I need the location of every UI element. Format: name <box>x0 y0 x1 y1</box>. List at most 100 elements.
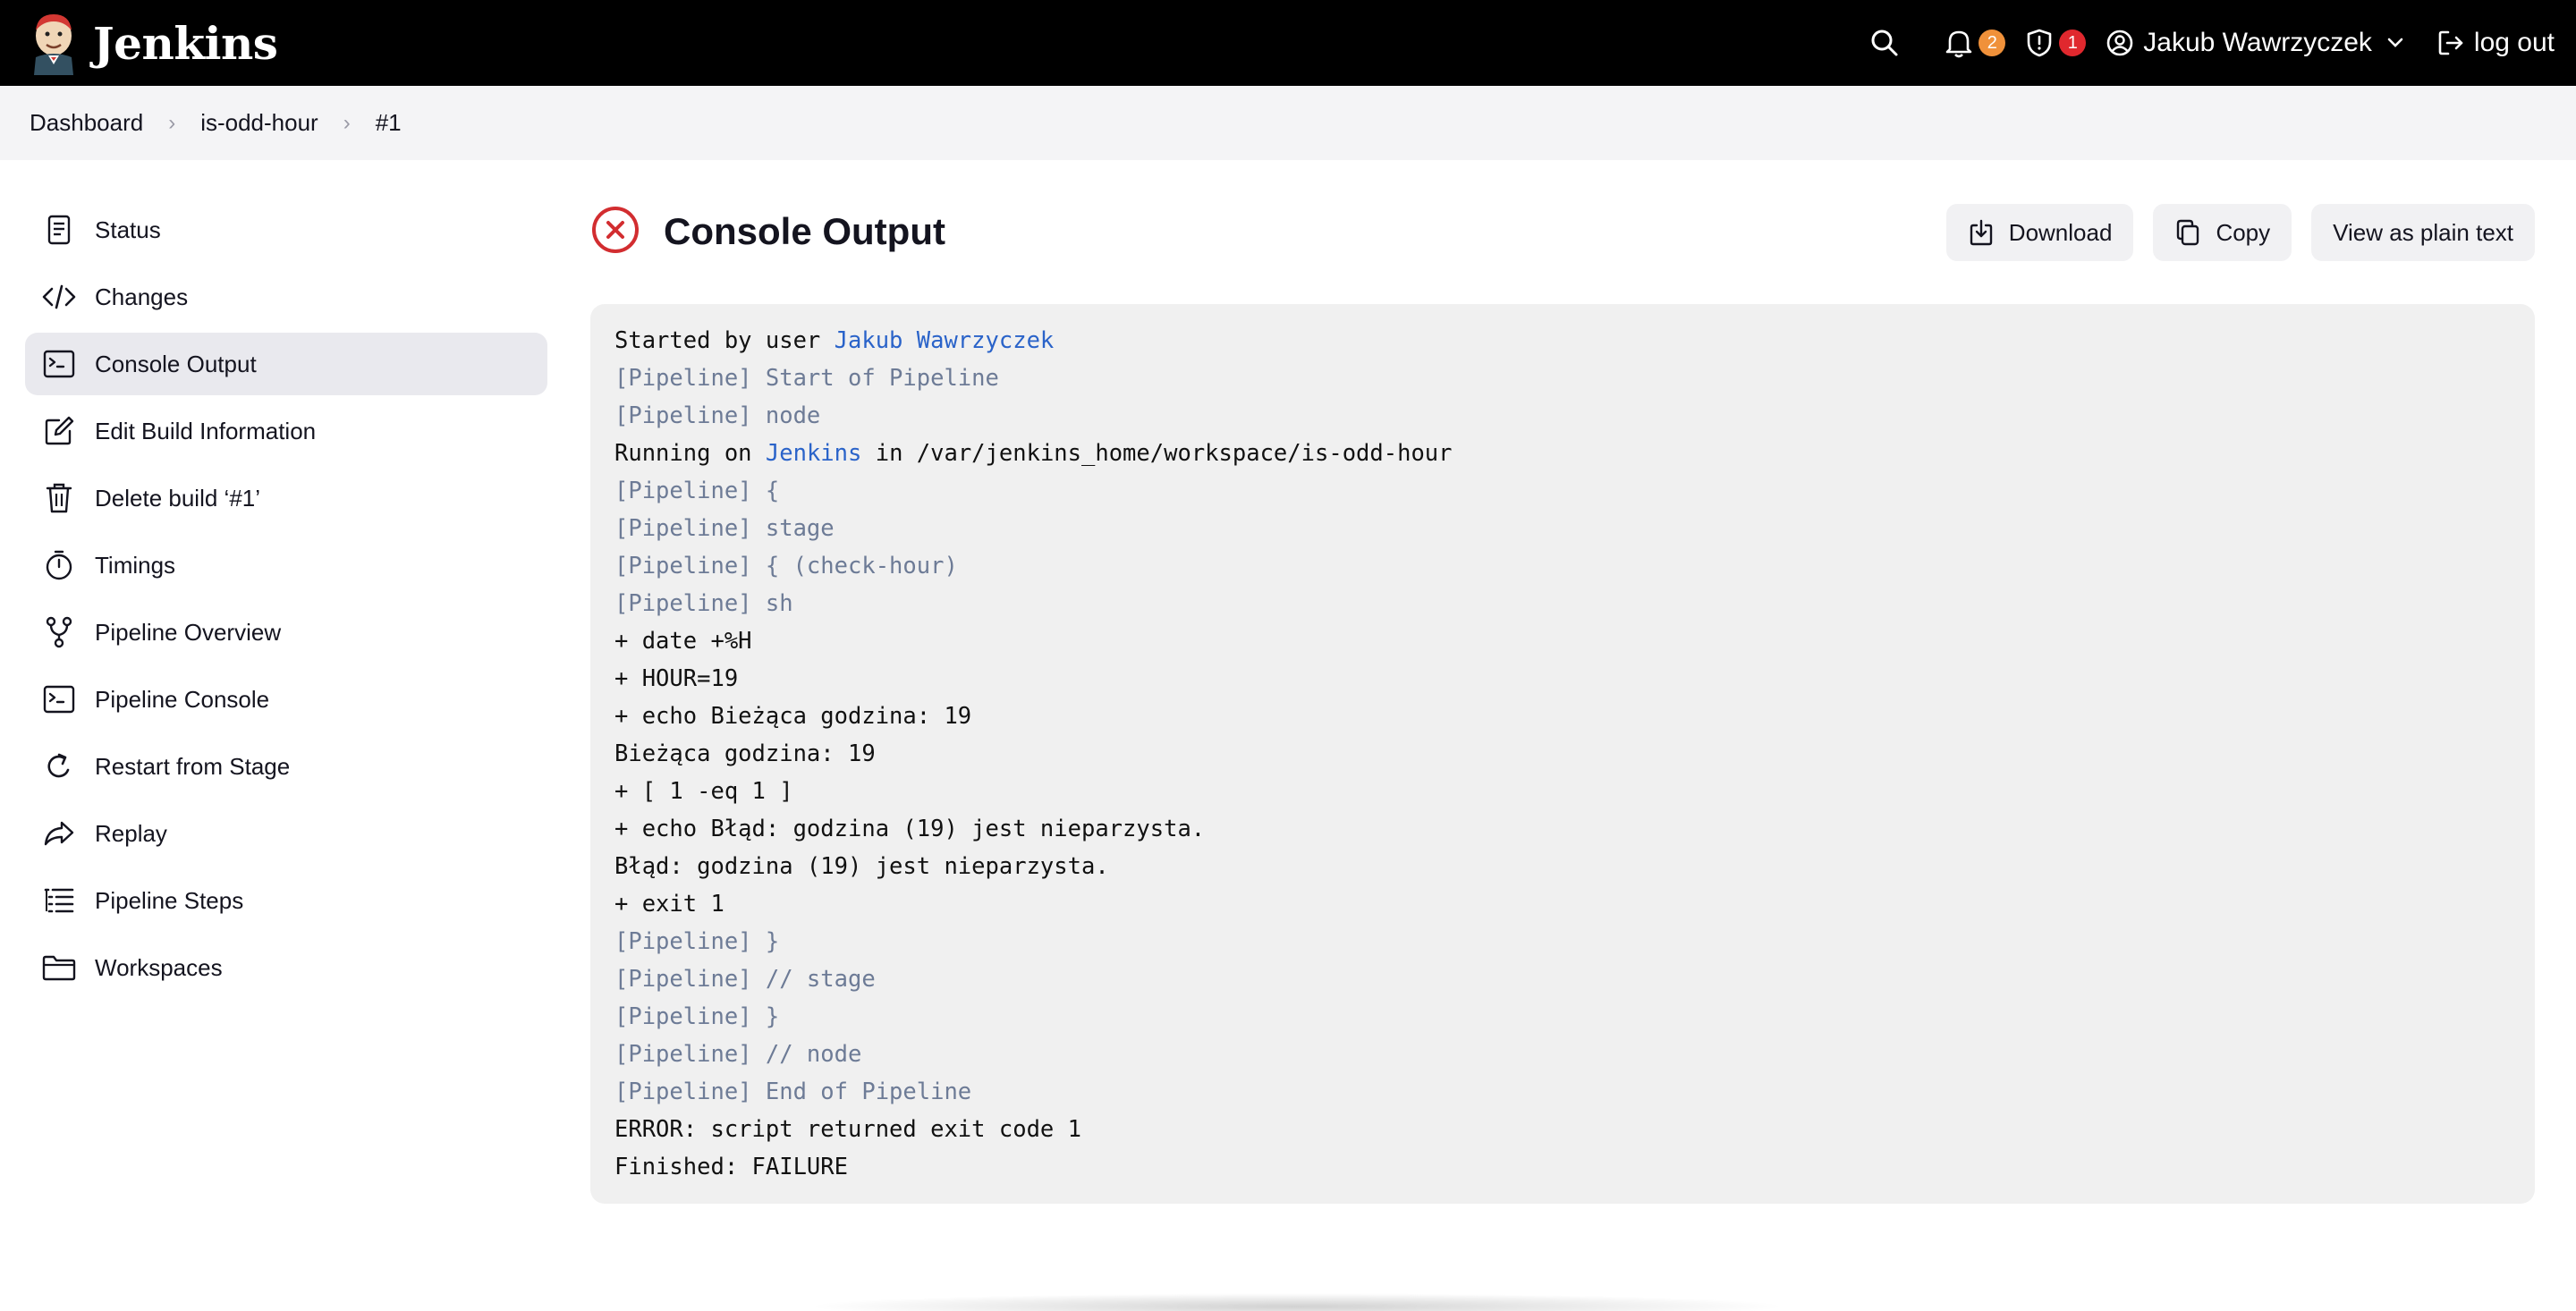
console-line: [Pipeline] Start of Pipeline <box>614 365 999 392</box>
sidebar: Status Changes Console Output Edit Build… <box>25 199 547 1003</box>
breadcrumb-dashboard[interactable]: Dashboard <box>30 109 143 137</box>
running-node-link[interactable]: Jenkins <box>766 440 861 467</box>
console-line: [Pipeline] { <box>614 478 780 504</box>
breadcrumb-build[interactable]: #1 <box>376 109 402 137</box>
download-button[interactable]: Download <box>1945 204 2134 261</box>
console-line: Finished: FAILURE <box>614 1154 848 1180</box>
brand[interactable]: Jenkins <box>29 11 278 75</box>
console-line: [Pipeline] stage <box>614 515 835 542</box>
breadcrumb: Dashboard › is-odd-hour › #1 <box>0 86 2576 160</box>
user-menu[interactable]: Jakub Wawrzyczek <box>2106 28 2404 58</box>
console-line-running: Running on Jenkins in /var/jenkins_home/… <box>614 440 1453 467</box>
breadcrumb-job[interactable]: is-odd-hour <box>200 109 318 137</box>
restart-icon <box>41 749 77 784</box>
failure-status-icon <box>590 205 640 259</box>
search-button[interactable] <box>1869 28 1900 58</box>
copy-button[interactable]: Copy <box>2153 204 2292 261</box>
console-line: + HOUR=19 <box>614 665 739 692</box>
terminal-icon <box>41 346 77 382</box>
security-badge: 1 <box>2059 30 2087 56</box>
chevron-right-icon: › <box>343 110 351 135</box>
copy-label: Copy <box>2216 218 2271 246</box>
logout-icon <box>2436 29 2465 57</box>
logout-label: log out <box>2473 28 2555 57</box>
sidebar-item-label: Status <box>95 216 161 243</box>
shield-icon <box>2025 28 2054 58</box>
console-line: [Pipeline] sh <box>614 590 793 617</box>
branch-icon <box>41 614 77 650</box>
sidebar-item-label: Changes <box>95 283 189 310</box>
sidebar-item-label: Edit Build Information <box>95 417 317 444</box>
page-header: Console Output Download Copy View as pla… <box>590 199 2535 265</box>
console-line: [Pipeline] } <box>614 1003 780 1030</box>
console-line: Błąd: godzina (19) jest nieparzysta. <box>614 853 1109 880</box>
started-by-user-link[interactable]: Jakub Wawrzyczek <box>835 327 1055 354</box>
console-line: [Pipeline] { (check-hour) <box>614 553 958 579</box>
stopwatch-icon <box>41 547 77 583</box>
jenkins-logo <box>29 11 79 75</box>
view-plain-text-button[interactable]: View as plain text <box>2311 204 2535 261</box>
sidebar-item-workspaces[interactable]: Workspaces <box>25 936 547 999</box>
folder-icon <box>41 950 77 985</box>
code-icon <box>41 279 77 315</box>
edit-icon <box>41 413 77 449</box>
notifications-button[interactable]: 2 <box>1945 28 2006 58</box>
brand-name: Jenkins <box>93 16 278 70</box>
sidebar-item-label: Restart from Stage <box>95 752 291 780</box>
console-line: + date +%H <box>614 628 752 655</box>
console-line-started: Started by user Jakub Wawrzyczek <box>614 327 1055 354</box>
list-icon <box>41 883 77 918</box>
sidebar-item-replay[interactable]: Replay <box>25 802 547 865</box>
sidebar-item-changes[interactable]: Changes <box>25 266 547 328</box>
console-line: + exit 1 <box>614 891 724 918</box>
sidebar-item-label: Replay <box>95 819 167 847</box>
chevron-down-icon <box>2386 37 2404 49</box>
sidebar-item-label: Timings <box>95 551 176 579</box>
security-button[interactable]: 1 <box>2025 28 2087 58</box>
console-actions: Download Copy View as plain text <box>1927 204 2535 261</box>
bell-icon <box>1945 28 1973 58</box>
user-icon <box>2106 29 2134 57</box>
sidebar-item-label: Pipeline Console <box>95 685 270 713</box>
sidebar-item-label: Pipeline Overview <box>95 618 282 646</box>
sidebar-item-pipeline-console[interactable]: Pipeline Console <box>25 668 547 731</box>
console-line: + echo Bieżąca godzina: 19 <box>614 703 972 730</box>
logout-button[interactable]: log out <box>2436 28 2555 58</box>
console-line: [Pipeline] node <box>614 402 821 429</box>
sidebar-item-edit-build-information[interactable]: Edit Build Information <box>25 400 547 462</box>
sidebar-item-pipeline-overview[interactable]: Pipeline Overview <box>25 601 547 664</box>
search-icon <box>1869 28 1900 58</box>
sidebar-item-status[interactable]: Status <box>25 199 547 261</box>
sidebar-item-delete-build[interactable]: Delete build ‘#1’ <box>25 467 547 529</box>
download-label: Download <box>2008 218 2113 246</box>
sidebar-item-pipeline-steps[interactable]: Pipeline Steps <box>25 869 547 932</box>
sidebar-item-label: Pipeline Steps <box>95 886 244 914</box>
replay-icon <box>41 816 77 851</box>
console-output-log: Started by user Jakub Wawrzyczek [Pipeli… <box>590 304 2535 1204</box>
bottom-shadow <box>805 1293 1789 1311</box>
page-title: Console Output <box>664 210 945 252</box>
sidebar-item-timings[interactable]: Timings <box>25 534 547 596</box>
sidebar-item-console-output[interactable]: Console Output <box>25 333 547 395</box>
document-icon <box>41 212 77 248</box>
console-line: [Pipeline] // stage <box>614 966 876 993</box>
chevron-right-icon: › <box>168 110 176 135</box>
download-icon <box>1968 218 1995 247</box>
trash-icon <box>41 480 77 516</box>
sidebar-item-label: Console Output <box>95 350 257 377</box>
view-plain-text-label: View as plain text <box>2333 218 2513 246</box>
sidebar-item-label: Workspaces <box>95 953 223 981</box>
console-line: + [ 1 -eq 1 ] <box>614 778 793 805</box>
top-header: Jenkins 2 1 Jakub Wawrzyczek log out <box>0 0 2576 86</box>
copy-icon <box>2174 218 2201 247</box>
sidebar-item-restart-from-stage[interactable]: Restart from Stage <box>25 735 547 798</box>
console-line: [Pipeline] End of Pipeline <box>614 1078 972 1105</box>
console-line: Bieżąca godzina: 19 <box>614 740 876 767</box>
terminal-icon <box>41 681 77 717</box>
console-line: [Pipeline] // node <box>614 1041 862 1068</box>
console-line: + echo Błąd: godzina (19) jest nieparzys… <box>614 816 1206 842</box>
notifications-badge: 2 <box>1979 30 2006 56</box>
sidebar-item-label: Delete build ‘#1’ <box>95 484 261 512</box>
console-line: [Pipeline] } <box>614 928 780 955</box>
user-name: Jakub Wawrzyczek <box>2143 28 2372 57</box>
